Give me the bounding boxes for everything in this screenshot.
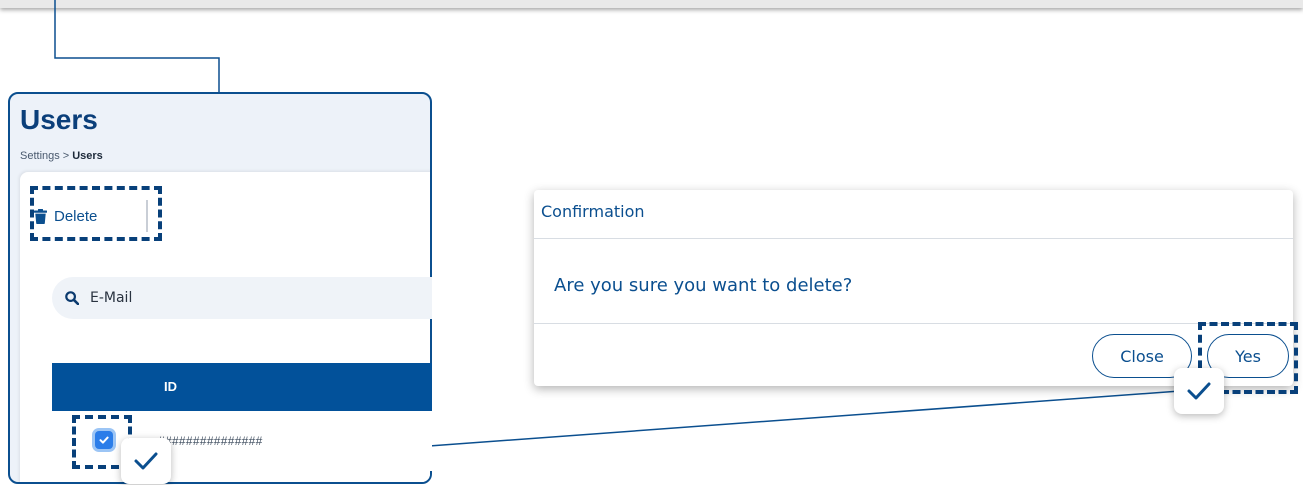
callout-line-top [54,0,220,92]
checkmark-icon [1187,382,1211,400]
dialog-message: Are you sure you want to delete? [554,275,853,296]
dialog-title: Confirmation [541,202,645,221]
highlight-delete [30,186,162,241]
confirmation-dialog: Confirmation Are you sure you want to de… [534,190,1293,386]
table-header: ID [52,363,432,411]
checkmark-icon [134,452,158,470]
dialog-divider-top [534,238,1293,239]
search-icon [65,291,79,305]
top-bar [0,0,1303,8]
row-id-cell: ############### [158,434,263,448]
dialog-divider-bottom [534,323,1293,324]
breadcrumb: Settings > Users [20,150,103,162]
search-input[interactable] [88,289,342,307]
step-done-badge [1174,368,1224,414]
page-title: Users [20,104,98,135]
breadcrumb-settings[interactable]: Settings [20,150,60,162]
breadcrumb-separator: > [62,150,70,162]
search-field[interactable] [52,277,432,319]
column-header-id[interactable]: ID [164,379,177,394]
breadcrumb-current: Users [72,150,103,162]
step-done-badge [121,438,171,484]
callout-line-row-to-yes [428,390,1181,447]
